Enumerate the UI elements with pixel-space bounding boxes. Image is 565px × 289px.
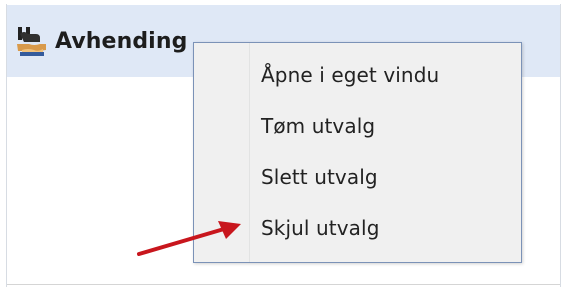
menu-item-label: Skjul utvalg: [261, 216, 380, 240]
menu-item-label: Slett utvalg: [261, 165, 378, 189]
menu-item-label: Åpne i eget vindu: [261, 63, 440, 87]
bottom-border: [7, 284, 560, 285]
menu-item-delete-selection[interactable]: Slett utvalg: [194, 153, 521, 201]
arrow-shaft: [137, 227, 226, 256]
menu-item-open-in-window[interactable]: Åpne i eget vindu: [194, 51, 521, 99]
panel-title: Avhending: [55, 29, 188, 54]
red-arrow-icon: [137, 221, 241, 256]
handshake-icon: [16, 26, 48, 58]
menu-item-label: Tøm utvalg: [261, 114, 376, 138]
menu-item-clear-selection[interactable]: Tøm utvalg: [194, 102, 521, 150]
